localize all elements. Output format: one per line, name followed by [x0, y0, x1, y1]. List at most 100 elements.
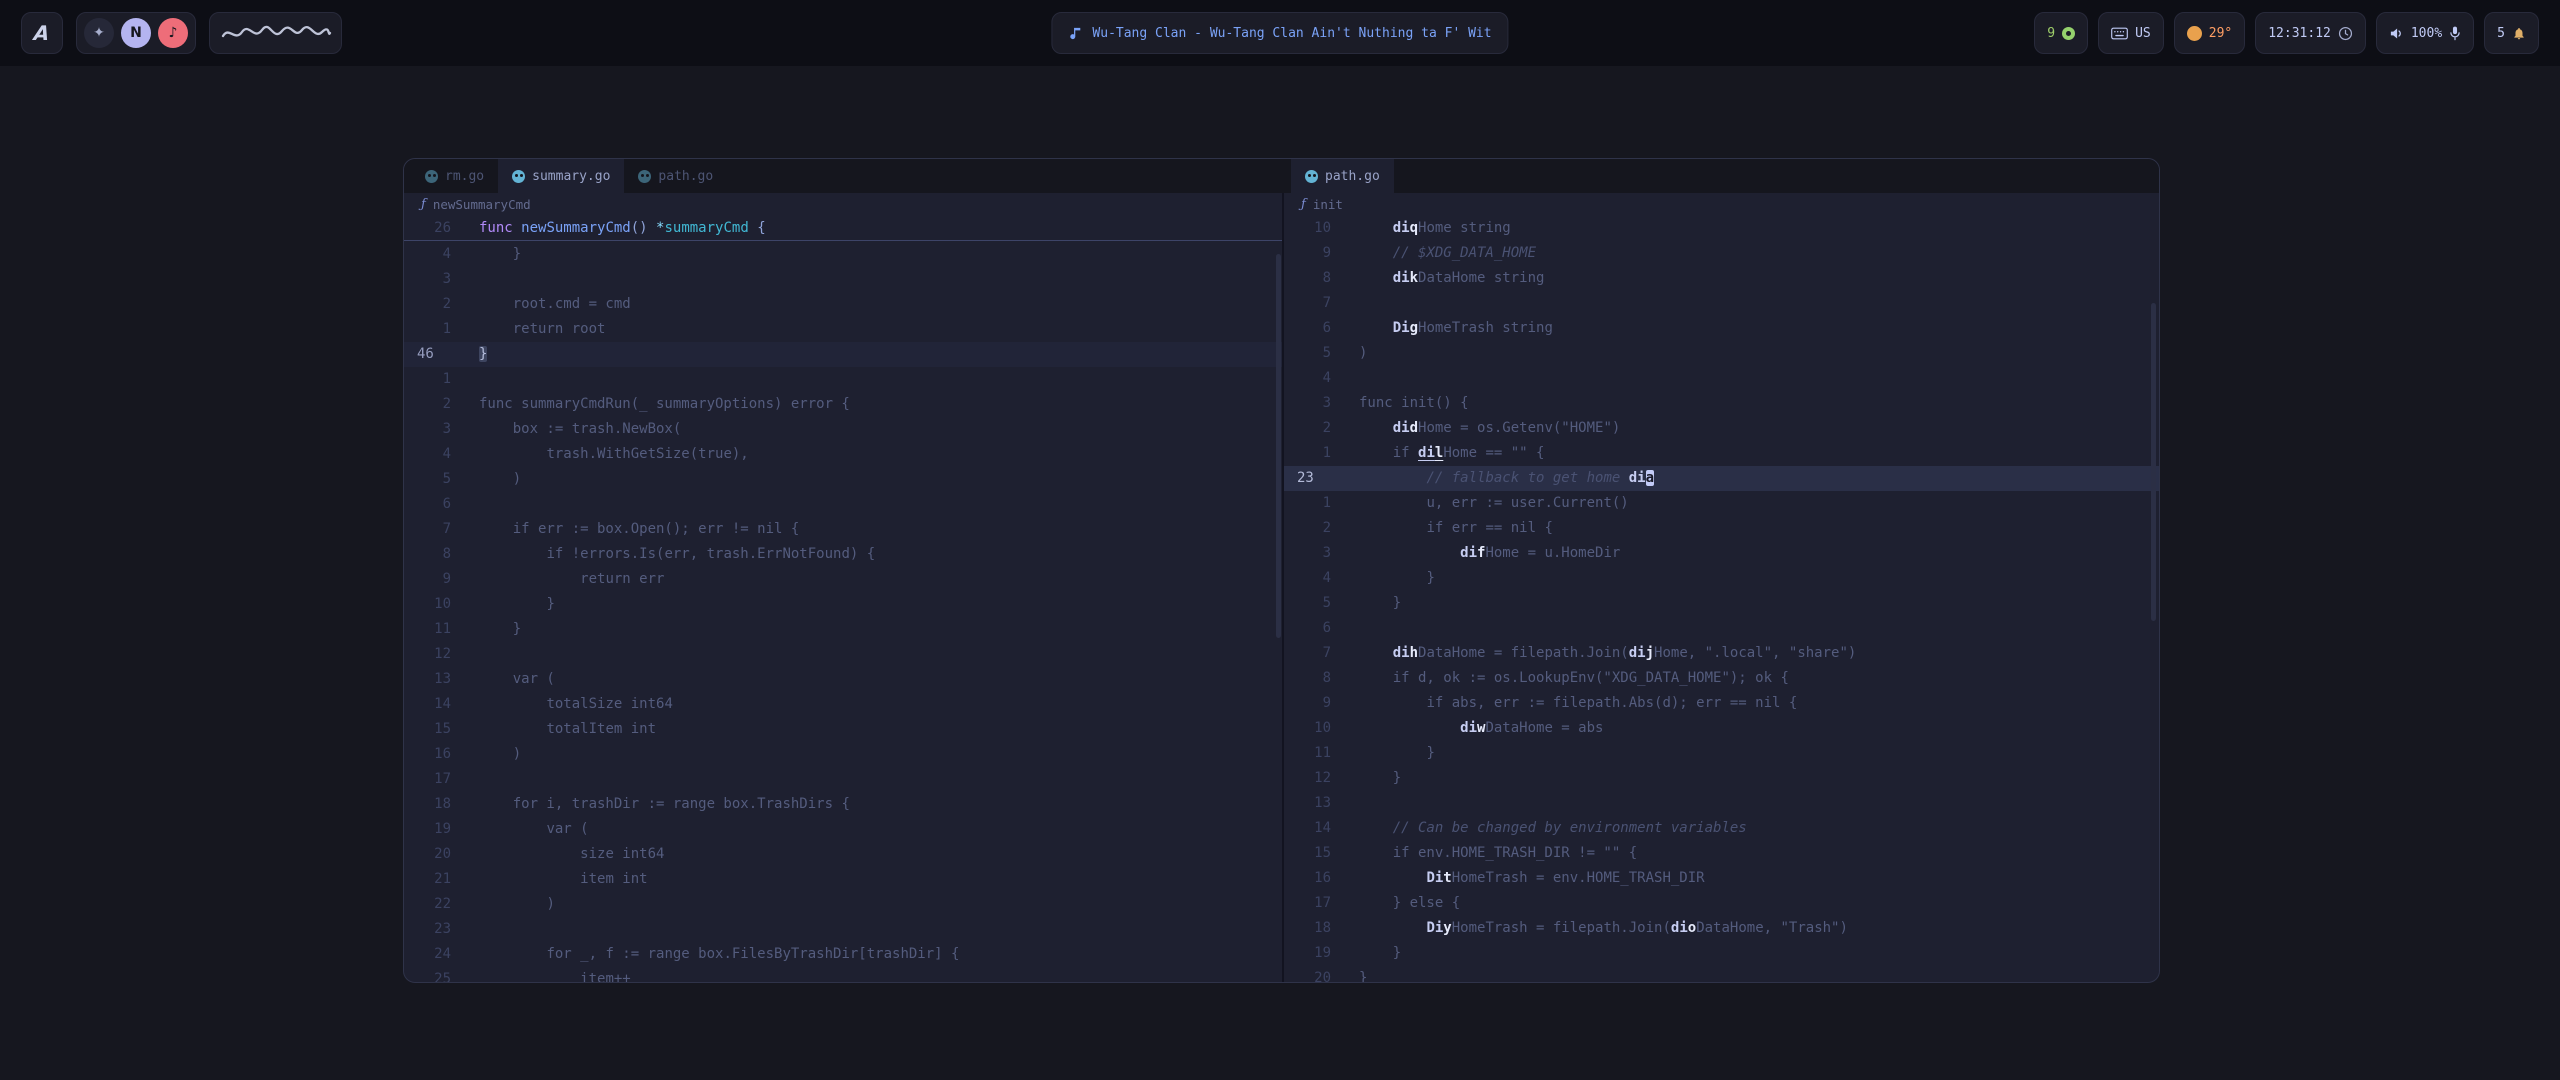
code-line[interactable]: 7 [1284, 291, 2159, 316]
go-file-icon [512, 170, 525, 183]
code-line[interactable]: 10 diwDataHome = abs [1284, 716, 2159, 741]
launcher-button[interactable]: A [21, 12, 63, 54]
code-line[interactable]: 3 [404, 267, 1282, 292]
line-number: 19 [404, 817, 460, 842]
workspace-2[interactable]: N [121, 18, 151, 48]
line-number: 8 [1284, 666, 1340, 691]
code-line[interactable]: 13 var ( [404, 667, 1282, 692]
code-line[interactable]: 4 [1284, 366, 2159, 391]
code-line[interactable]: 18 for i, trashDir := range box.TrashDir… [404, 792, 1282, 817]
code-line[interactable]: 19 var ( [404, 817, 1282, 842]
code-line[interactable]: 4 trash.WithGetSize(true), [404, 442, 1282, 467]
counter-widget[interactable]: 9 [2034, 12, 2088, 54]
clock-icon [2338, 26, 2353, 41]
weather-widget[interactable]: 29° [2174, 12, 2245, 54]
code-line[interactable]: 13 [1284, 791, 2159, 816]
code-line[interactable]: 1 [404, 367, 1282, 392]
code-line[interactable]: 9 return err [404, 567, 1282, 592]
code-line[interactable]: 25 item++ [404, 967, 1282, 982]
code-line[interactable]: 1 if dilHome == "" { [1284, 441, 2159, 466]
breadcrumb: newSummaryCmd [433, 197, 531, 212]
music-note-icon [1068, 26, 1083, 41]
code-line[interactable]: 3func init() { [1284, 391, 2159, 416]
code-line[interactable]: 9 // $XDG_DATA_HOME [1284, 241, 2159, 266]
line-number: 19 [1284, 941, 1340, 966]
code-line[interactable]: 17 [404, 767, 1282, 792]
code-line[interactable]: 16 DitHomeTrash = env.HOME_TRASH_DIR [1284, 866, 2159, 891]
code-line[interactable]: 3 box := trash.NewBox( [404, 417, 1282, 442]
line-text: ) [1359, 341, 2159, 366]
code-line[interactable]: 22 ) [404, 892, 1282, 917]
code-line[interactable]: 20 size int64 [404, 842, 1282, 867]
clock-widget[interactable]: 12:31:12 [2255, 12, 2366, 54]
line-text: } [1359, 741, 2159, 766]
code-line[interactable]: 3 difHome = u.HomeDir [1284, 541, 2159, 566]
code-line[interactable]: 5) [1284, 341, 2159, 366]
tab-summary.go[interactable]: summary.go [498, 159, 624, 193]
tab-rm.go[interactable]: rm.go [411, 159, 498, 193]
volume-widget[interactable]: 100% [2376, 12, 2474, 54]
tab-path.go[interactable]: path.go [624, 159, 727, 193]
code-line[interactable]: 5 } [1284, 591, 2159, 616]
code-line[interactable]: 14 // Can be changed by environment vari… [1284, 816, 2159, 841]
left-scrollbar-thumb[interactable] [1276, 254, 1281, 638]
code-line[interactable]: 12 } [1284, 766, 2159, 791]
line-text: } [1359, 941, 2159, 966]
code-line[interactable]: 17 } else { [1284, 891, 2159, 916]
code-line[interactable]: 11 } [404, 617, 1282, 642]
code-line[interactable]: 7 if err := box.Open(); err != nil { [404, 517, 1282, 542]
code-line[interactable]: 15 totalItem int [404, 717, 1282, 742]
line-number: 4 [1284, 366, 1340, 391]
code-line[interactable]: 23 // fallback to get home dia [1284, 466, 2159, 491]
code-line[interactable]: 10 } [404, 592, 1282, 617]
line-number: 18 [404, 792, 460, 817]
code-line[interactable]: 11 } [1284, 741, 2159, 766]
code-line[interactable]: 6 [404, 492, 1282, 517]
keyboard-icon [2111, 27, 2128, 40]
code-line[interactable]: 23 [404, 917, 1282, 942]
code-line[interactable]: 1 u, err := user.Current() [1284, 491, 2159, 516]
line-number: 5 [1284, 591, 1340, 616]
code-line[interactable]: 19 } [1284, 941, 2159, 966]
code-line[interactable]: 6 DigHomeTrash string [1284, 316, 2159, 341]
keyboard-layout-widget[interactable]: US [2098, 12, 2164, 54]
code-line[interactable]: 5 ) [404, 467, 1282, 492]
code-line[interactable]: 2 if err == nil { [1284, 516, 2159, 541]
line-number: 7 [1284, 291, 1340, 316]
code-line[interactable]: 14 totalSize int64 [404, 692, 1282, 717]
code-line[interactable]: 24 for _, f := range box.FilesByTrashDir… [404, 942, 1282, 967]
tab-label: rm.go [445, 169, 484, 184]
code-line[interactable]: 2func summaryCmdRun(_ summaryOptions) er… [404, 392, 1282, 417]
code-line[interactable]: 1 return root [404, 317, 1282, 342]
code-line[interactable]: 2 root.cmd = cmd [404, 292, 1282, 317]
code-line[interactable]: 8 dikDataHome string [1284, 266, 2159, 291]
code-line[interactable]: 2 didHome = os.Getenv("HOME") [1284, 416, 2159, 441]
code-line[interactable]: 12 [404, 642, 1282, 667]
code-line[interactable]: 21 item int [404, 867, 1282, 892]
code-line[interactable]: 8 if !errors.Is(err, trash.ErrNotFound) … [404, 542, 1282, 567]
code-line[interactable]: 4 } [1284, 566, 2159, 591]
code-line[interactable]: 10 diqHome string [1284, 216, 2159, 241]
code-line[interactable]: 9 if abs, err := filepath.Abs(d); err ==… [1284, 691, 2159, 716]
line-number: 25 [404, 967, 460, 982]
code-line[interactable]: 20} [1284, 966, 2159, 982]
workspace-3[interactable]: ♪ [158, 18, 188, 48]
code-line[interactable]: 8 if d, ok := os.LookupEnv("XDG_DATA_HOM… [1284, 666, 2159, 691]
line-number: 6 [1284, 316, 1340, 341]
code-line[interactable]: 6 [1284, 616, 2159, 641]
left-code-area[interactable]: 4 }32 root.cmd = cmd1 return root46}12fu… [404, 242, 1282, 982]
right-scrollbar-thumb[interactable] [2151, 303, 2156, 621]
workspace-1[interactable]: ✦ [84, 18, 114, 48]
code-line[interactable]: 46} [404, 342, 1282, 367]
tab-path.go[interactable]: path.go [1291, 159, 1394, 193]
line-text: if dilHome == "" { [1359, 441, 2159, 466]
now-playing-widget[interactable]: Wu-Tang Clan - Wu-Tang Clan Ain't Nuthin… [1051, 12, 1508, 54]
window-title-widget[interactable] [209, 12, 342, 54]
code-line[interactable]: 15 if env.HOME_TRASH_DIR != "" { [1284, 841, 2159, 866]
notifications-widget[interactable]: 5 [2484, 12, 2539, 54]
code-line[interactable]: 18 DiyHomeTrash = filepath.Join(dioDataH… [1284, 916, 2159, 941]
code-line[interactable]: 7 dihDataHome = filepath.Join(dijHome, "… [1284, 641, 2159, 666]
right-code-area[interactable]: 10 diqHome string9 // $XDG_DATA_HOME8 di… [1284, 216, 2159, 982]
code-line[interactable]: 16 ) [404, 742, 1282, 767]
code-line[interactable]: 4 } [404, 242, 1282, 267]
